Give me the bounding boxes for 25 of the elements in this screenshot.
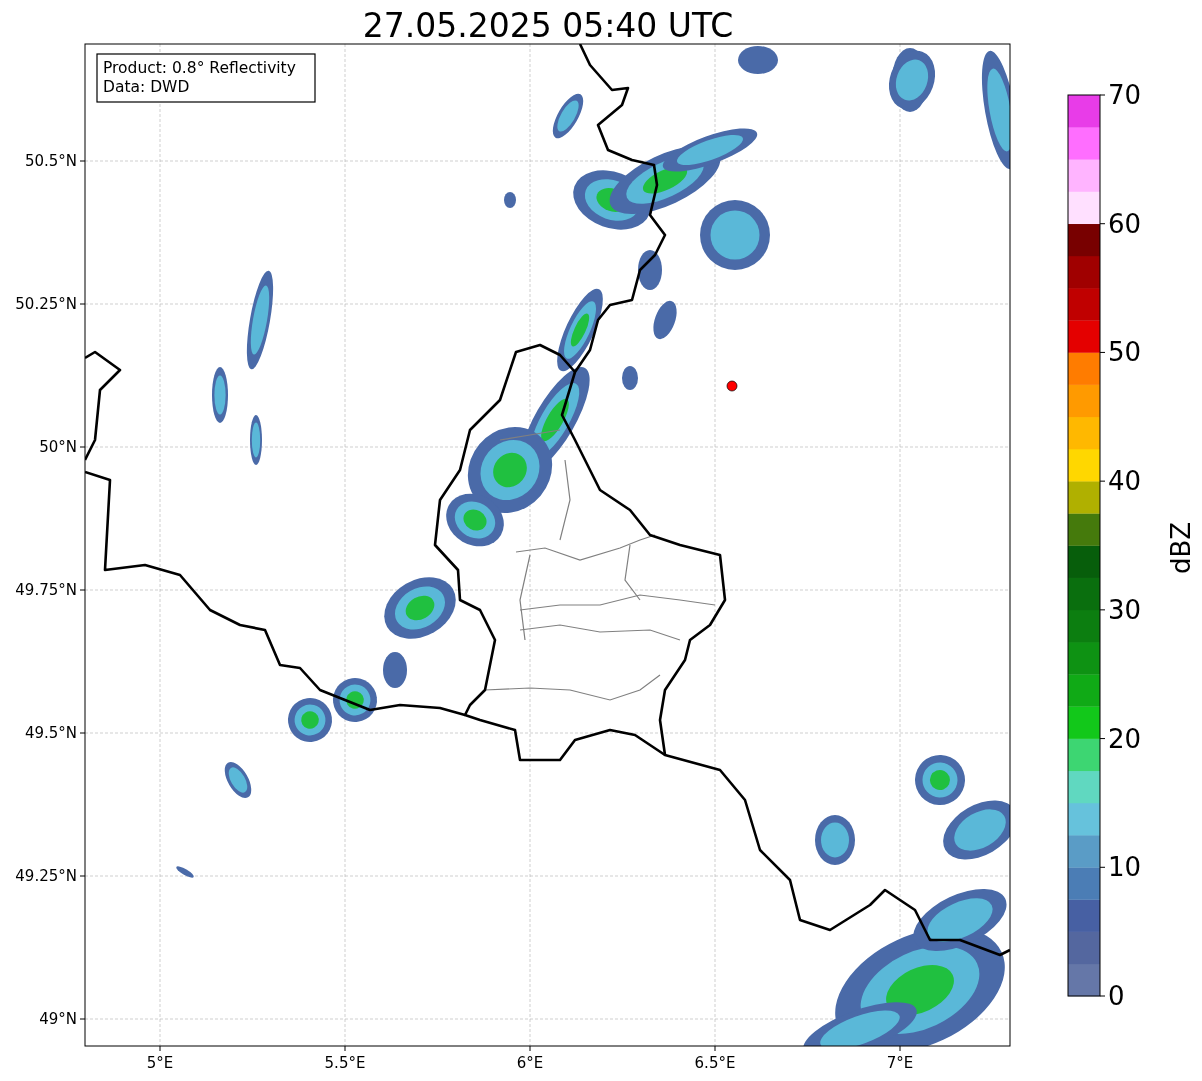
axis-tick-label: 49.25°N — [15, 867, 77, 885]
axis-tick-label: 49.75°N — [15, 581, 77, 599]
product-label: Product: 0.8° Reflectivity — [103, 59, 296, 77]
axis-tick-label: 50.25°N — [15, 295, 77, 313]
axis-tick-label: 49°N — [39, 1010, 77, 1028]
axis-tick-label: 50.5°N — [24, 152, 77, 170]
colorbar-tick-label: 40 — [1108, 466, 1142, 497]
data-source-label: Data: DWD — [103, 78, 190, 96]
colorbar-tick-label: 0 — [1108, 981, 1125, 1011]
axis-tick-label: 5.5°E — [324, 1054, 366, 1072]
axis-tick-label: 7°E — [886, 1054, 914, 1072]
axis-tick-label: 49.5°N — [24, 724, 77, 742]
axis-tick-label: 50°N — [39, 438, 77, 456]
chart-title: 27.05.2025 05:40 UTC — [362, 6, 734, 45]
colorbar-tick-label: 50 — [1108, 337, 1142, 368]
axis-tick-label: 6.5°E — [694, 1054, 736, 1072]
colorbar-tick-label: 70 — [1108, 80, 1142, 110]
colorbar-tick-label: 60 — [1108, 208, 1142, 239]
colorbar-tick-label: 30 — [1108, 594, 1142, 625]
colorbar-tick-label: 20 — [1108, 723, 1142, 754]
location-marker — [726, 380, 738, 392]
colorbar-label: dBZ — [1166, 521, 1196, 575]
axis-tick-label: 5°E — [146, 1054, 174, 1072]
colorbar-tick-label: 10 — [1108, 852, 1142, 883]
axis-tick-label: 6°E — [516, 1054, 544, 1072]
